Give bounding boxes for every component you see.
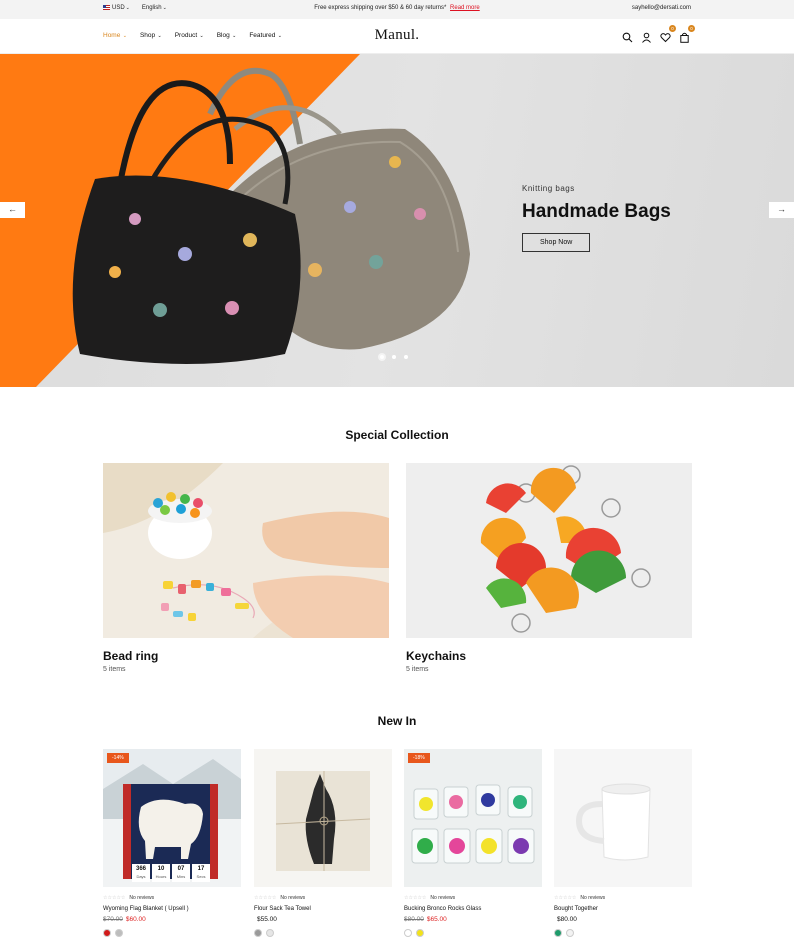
product-name[interactable]: Bought Together xyxy=(554,906,692,912)
countdown-unit: Hours xyxy=(155,874,167,879)
special-collection-title: Special Collection xyxy=(345,428,449,442)
color-swatch[interactable] xyxy=(115,929,123,937)
countdown-unit: Secs xyxy=(196,874,206,879)
collection-card-keychains[interactable]: Keychains 5 items xyxy=(406,463,692,673)
star-rating-icon: ☆☆☆☆☆ xyxy=(554,895,577,901)
slider-dot[interactable] xyxy=(392,355,396,359)
collection-card-bead-ring[interactable]: Bead ring 5 items xyxy=(103,463,389,673)
sale-price: $65.00 xyxy=(426,916,447,923)
countdown-unit: Days xyxy=(136,874,146,879)
product-card[interactable]: -14% 366 Days 10 Hours 07 Mins 17 Secs ☆☆☆☆☆… xyxy=(103,749,241,937)
color-swatches xyxy=(554,929,692,937)
rating: ☆☆☆☆☆ No reviews xyxy=(254,895,392,901)
color-swatch[interactable] xyxy=(416,929,424,937)
product-image[interactable] xyxy=(554,749,692,887)
product-price: $70.00 $60.00 xyxy=(103,916,241,923)
countdown-unit: Mins xyxy=(176,874,186,879)
color-swatch[interactable] xyxy=(103,929,111,937)
product-card[interactable]: ☆☆☆☆☆ No reviews Bought Together $80.00 xyxy=(554,749,692,937)
hero-slider: Knitting bags Handmade Bags Shop Now ← → xyxy=(0,54,794,387)
star-rating-icon: ☆☆☆☆☆ xyxy=(254,895,277,901)
old-price: $70.00 xyxy=(103,916,123,923)
color-swatch[interactable] xyxy=(404,929,412,937)
rating: ☆☆☆☆☆ No reviews xyxy=(404,895,542,901)
countdown-value: 17 xyxy=(197,866,205,872)
color-swatch[interactable] xyxy=(254,929,262,937)
product-price: $80.00 xyxy=(554,916,692,923)
reviews-count: No reviews xyxy=(580,895,606,901)
slider-prev-button[interactable]: ← xyxy=(0,202,25,218)
new-in-title: New In xyxy=(377,714,417,728)
product-card[interactable]: ☆☆☆☆☆ No reviews Flour Sack Tea Towel $55… xyxy=(254,749,392,937)
read-more-link[interactable]: Read more xyxy=(450,5,480,11)
star-rating-icon: ☆☆☆☆☆ xyxy=(404,895,427,901)
wishlist-icon[interactable]: 0 xyxy=(660,25,676,43)
handmade-bags-image xyxy=(72,67,470,364)
announcement-text: Free express shipping over $50 & 60 day … xyxy=(314,5,447,11)
product-image[interactable]: -18% xyxy=(404,749,542,887)
collection-count: 5 items xyxy=(406,666,429,673)
arrow-left-icon: ← xyxy=(8,204,17,214)
product-name[interactable]: Flour Sack Tea Towel xyxy=(254,906,392,912)
hero-subtitle: Knitting bags xyxy=(522,184,575,193)
top-bar: USD⌄ English⌄ Free express shipping over… xyxy=(0,0,794,19)
sale-price: $60.00 xyxy=(125,916,146,923)
reviews-count: No reviews xyxy=(280,895,306,901)
header: Home ⌄ Shop ⌄ Product ⌄ Blog ⌄ Featured … xyxy=(0,19,794,54)
color-swatch[interactable] xyxy=(566,929,574,937)
color-swatches xyxy=(404,929,542,937)
product-name[interactable]: Wyoming Flag Blanket ( Upsell ) xyxy=(103,906,241,912)
star-rating-icon: ☆☆☆☆☆ xyxy=(103,895,126,901)
arrow-right-icon: → xyxy=(777,204,786,214)
hero-content: Knitting bags Handmade Bags Shop Now xyxy=(522,184,671,252)
countdown-hours: 10 Hours xyxy=(152,864,170,882)
color-swatches xyxy=(254,929,392,937)
old-price: $80.00 xyxy=(404,916,424,923)
countdown-value: 07 xyxy=(177,866,185,872)
cart-count-badge: 0 xyxy=(688,25,695,32)
price: $55.00 xyxy=(257,916,277,923)
shop-now-button[interactable]: Shop Now xyxy=(522,233,591,252)
countdown-value: 10 xyxy=(157,866,165,872)
countdown-value: 366 xyxy=(135,866,146,872)
search-icon[interactable] xyxy=(622,30,633,43)
countdown-secs: 17 Secs xyxy=(192,864,210,882)
slider-dot[interactable] xyxy=(404,355,408,359)
bead-ring-image xyxy=(103,463,389,638)
product-card[interactable]: -18% ☆☆☆☆☆ No reviews Bucking Bronco Rock… xyxy=(404,749,542,937)
sale-badge: -18% xyxy=(408,753,430,763)
color-swatch[interactable] xyxy=(266,929,274,937)
product-price: $80.00 $65.00 xyxy=(404,916,542,923)
rating: ☆☆☆☆☆ No reviews xyxy=(554,895,692,901)
countdown-timer: 366 Days 10 Hours 07 Mins 17 Secs xyxy=(132,864,210,882)
contact-email[interactable]: sayhello@dersati.com xyxy=(632,5,691,11)
reviews-count: No reviews xyxy=(430,895,456,901)
slider-next-button[interactable]: → xyxy=(769,202,794,218)
product-price: $55.00 xyxy=(254,916,392,923)
countdown-mins: 07 Mins xyxy=(172,864,190,882)
cart-icon[interactable]: 0 xyxy=(679,25,695,43)
countdown-days: 366 Days xyxy=(132,864,150,882)
slider-dot[interactable] xyxy=(380,355,384,359)
rating: ☆☆☆☆☆ No reviews xyxy=(103,895,241,901)
keychains-image xyxy=(406,463,692,638)
slider-dots xyxy=(380,355,408,359)
product-image[interactable]: -14% 366 Days 10 Hours 07 Mins 17 Secs xyxy=(103,749,241,887)
collection-name[interactable]: Bead ring xyxy=(103,649,389,663)
wishlist-count-badge: 0 xyxy=(669,25,676,32)
color-swatch[interactable] xyxy=(554,929,562,937)
product-name[interactable]: Bucking Bronco Rocks Glass xyxy=(404,906,542,912)
color-swatches xyxy=(103,929,241,937)
sale-badge: -14% xyxy=(107,753,129,763)
product-image[interactable] xyxy=(254,749,392,887)
collection-name[interactable]: Keychains xyxy=(406,649,692,663)
collection-count: 5 items xyxy=(103,666,126,673)
hero-title: Handmade Bags xyxy=(522,201,671,222)
price: $80.00 xyxy=(557,916,577,923)
reviews-count: No reviews xyxy=(129,895,155,901)
user-icon[interactable] xyxy=(641,30,652,43)
